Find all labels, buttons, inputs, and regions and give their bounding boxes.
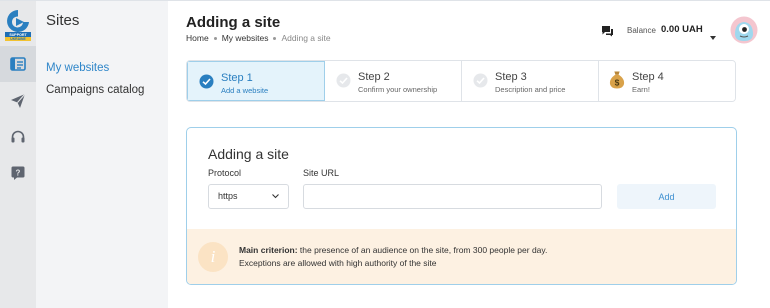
- notice-text: the presence of an audience on the site,…: [297, 245, 548, 255]
- step-subtitle: Description and price: [495, 85, 566, 94]
- rail-item-campaigns[interactable]: [0, 83, 36, 119]
- balance-value[interactable]: 0.00 UAH: [661, 24, 703, 35]
- svg-text:?: ?: [16, 169, 21, 178]
- info-icon: i: [198, 242, 228, 272]
- breadcrumb-current: Adding a site: [281, 33, 331, 43]
- avatar[interactable]: [730, 16, 758, 44]
- step-title: Step 4: [632, 71, 664, 83]
- protocol-label: Protocol: [208, 168, 242, 178]
- rail-item-help[interactable]: ?: [0, 155, 36, 191]
- logo-icon: SUPPORT UKRAINE: [5, 10, 31, 41]
- step-title: Step 1: [221, 72, 253, 84]
- page-title: Adding a site: [186, 14, 281, 31]
- step-1[interactable]: Step 1 Add a website: [187, 61, 325, 101]
- send-icon: [11, 93, 26, 108]
- help-icon: ?: [11, 166, 25, 180]
- rail-item-support[interactable]: [0, 119, 36, 155]
- sidebar-item-campaigns-catalog[interactable]: Campaigns catalog: [46, 84, 144, 96]
- breadcrumb-separator: [273, 36, 277, 40]
- rail-item-websites[interactable]: [0, 46, 36, 82]
- step-subtitle: Confirm your ownership: [358, 85, 438, 94]
- avatar-icon: [730, 16, 758, 44]
- breadcrumb-separator: [213, 36, 217, 40]
- logo-text-2: UKRAINE: [10, 37, 26, 41]
- step-subtitle: Earn!: [632, 85, 650, 94]
- websites-list-icon: [10, 57, 26, 71]
- notice-bold: Main criterion:: [239, 245, 298, 255]
- step-title: Step 3: [495, 71, 527, 83]
- sidebar-title: Sites: [46, 12, 80, 29]
- breadcrumb: Home My websites Adding a site: [186, 33, 331, 43]
- notice: i Main criterion: the presence of an aud…: [187, 229, 736, 284]
- site-url-label: Site URL: [303, 168, 340, 178]
- svg-text:$: $: [615, 77, 620, 87]
- caret-down-icon: [710, 36, 716, 40]
- check-circle-icon: [473, 73, 488, 88]
- icon-rail: SUPPORT UKRAINE ?: [0, 1, 36, 308]
- check-circle-icon: [336, 73, 351, 88]
- steps: Step 1 Add a website Step 2 Confirm your…: [186, 60, 736, 102]
- step-3[interactable]: Step 3 Description and price: [462, 61, 599, 101]
- protocol-value: https: [218, 191, 238, 201]
- logo[interactable]: SUPPORT UKRAINE: [4, 8, 32, 42]
- chevron-down-icon: [272, 194, 279, 199]
- money-bag-icon: $: [609, 71, 625, 89]
- sidebar: Sites My websites Campaigns catalog: [36, 1, 168, 308]
- step-4[interactable]: $ Step 4 Earn!: [599, 61, 735, 101]
- headset-icon: [11, 130, 25, 143]
- breadcrumb-my-websites[interactable]: My websites: [222, 33, 269, 43]
- chat-icon: [602, 26, 613, 37]
- step-subtitle: Add a website: [221, 86, 269, 95]
- step-2[interactable]: Step 2 Confirm your ownership: [325, 61, 462, 101]
- step-title: Step 2: [358, 71, 390, 83]
- balance-label: Balance: [627, 26, 656, 35]
- protocol-select[interactable]: https: [208, 184, 289, 209]
- breadcrumb-home[interactable]: Home: [186, 33, 209, 43]
- chat-button[interactable]: [601, 24, 614, 42]
- site-url-input[interactable]: [303, 184, 602, 209]
- balance-dropdown-button[interactable]: [710, 27, 716, 45]
- notice-line-2: Exceptions are allowed with high authori…: [239, 258, 437, 268]
- notice-line-1: Main criterion: the presence of an audie…: [239, 245, 547, 255]
- add-site-card: Adding a site Protocol Site URL https Ad…: [186, 127, 737, 285]
- check-circle-icon: [199, 74, 214, 89]
- add-button[interactable]: Add: [617, 184, 716, 209]
- form-title: Adding a site: [208, 146, 289, 162]
- sidebar-item-my-websites[interactable]: My websites: [46, 62, 109, 74]
